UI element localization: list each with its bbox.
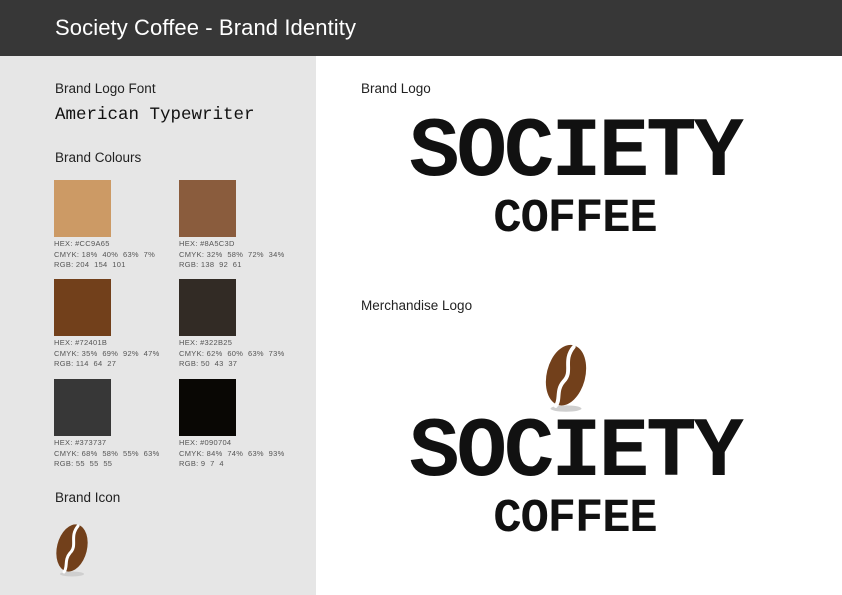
brand-colours-heading: Brand Colours [55, 150, 142, 165]
colour-swatch [54, 180, 111, 237]
swatch-hex: HEX: #8A5C3D [179, 239, 235, 248]
swatch-cmyk: CMYK: 32% 58% 72% 34% [179, 249, 285, 259]
swatch-cmyk: CMYK: 62% 60% 63% 73% [179, 348, 285, 358]
swatch-rgb: RGB: 204 154 101 [54, 260, 126, 269]
left-panel [0, 56, 316, 595]
swatch-hex: HEX: #322B25 [179, 338, 233, 347]
colour-swatch-info: HEX: #322B25 CMYK: 62% 60% 63% 73% RGB: 50… [179, 338, 285, 370]
brand-logo-font-heading: Brand Logo Font [55, 81, 156, 96]
page-title: Society Coffee - Brand Identity [55, 15, 357, 40]
swatch-cmyk: CMYK: 68% 58% 55% 63% [54, 448, 160, 458]
swatch-hex: HEX: #373737 [54, 438, 107, 447]
brand-logo-heading: Brand Logo [361, 81, 431, 96]
header-bar: Society Coffee - Brand Identity [0, 0, 842, 56]
swatch-hex: HEX: #090704 [179, 438, 232, 447]
brand-logo-line2: COFFEE [493, 193, 657, 246]
colour-swatch [179, 379, 236, 436]
swatch-cmyk: CMYK: 35% 69% 92% 47% [54, 348, 160, 358]
colour-swatch [54, 379, 111, 436]
brand-icon-heading: Brand Icon [55, 490, 121, 505]
colour-swatch-info: HEX: #090704 CMYK: 84% 74% 63% 93% RGB: 9 … [179, 438, 285, 470]
merch-logo-line1: SOCIETY [409, 406, 744, 501]
swatch-rgb: RGB: 50 43 37 [179, 359, 238, 368]
swatch-hex: HEX: #CC9A65 [54, 239, 110, 248]
coffee-bean-icon [56, 524, 88, 577]
swatch-rgb: RGB: 114 64 27 [54, 359, 117, 368]
colour-swatch [54, 279, 111, 336]
colour-swatch-info: HEX: #72401B CMYK: 35% 69% 92% 47% RGB: 11… [54, 338, 160, 370]
merch-logo-line2: COFFEE [493, 493, 657, 546]
swatch-cmyk: CMYK: 84% 74% 63% 93% [179, 448, 285, 458]
colour-swatch-info: HEX: #CC9A65 CMYK: 18% 40% 63% 7% RGB: 204… [54, 239, 155, 271]
colour-swatch-info: HEX: #373737 CMYK: 68% 58% 55% 63% RGB: 55… [54, 438, 160, 470]
swatch-rgb: RGB: 55 55 55 [54, 459, 113, 468]
colour-swatch [179, 180, 236, 237]
colour-swatch-info: HEX: #8A5C3D CMYK: 32% 58% 72% 34% RGB: 13… [179, 239, 285, 271]
merchandise-logo: SOCIETY COFFEE [340, 412, 810, 544]
brand-logo: SOCIETY COFFEE [340, 112, 810, 244]
swatch-hex: HEX: #72401B [54, 338, 108, 347]
merchandise-logo-heading: Merchandise Logo [361, 298, 473, 313]
merch-coffee-bean-icon [545, 344, 587, 412]
colour-swatch [179, 279, 236, 336]
swatch-rgb: RGB: 9 7 4 [179, 459, 224, 468]
brand-logo-line1: SOCIETY [409, 106, 744, 201]
brand-font-name: American Typewriter [55, 105, 255, 125]
swatch-rgb: RGB: 138 92 61 [179, 260, 242, 269]
swatch-cmyk: CMYK: 18% 40% 63% 7% [54, 249, 156, 259]
